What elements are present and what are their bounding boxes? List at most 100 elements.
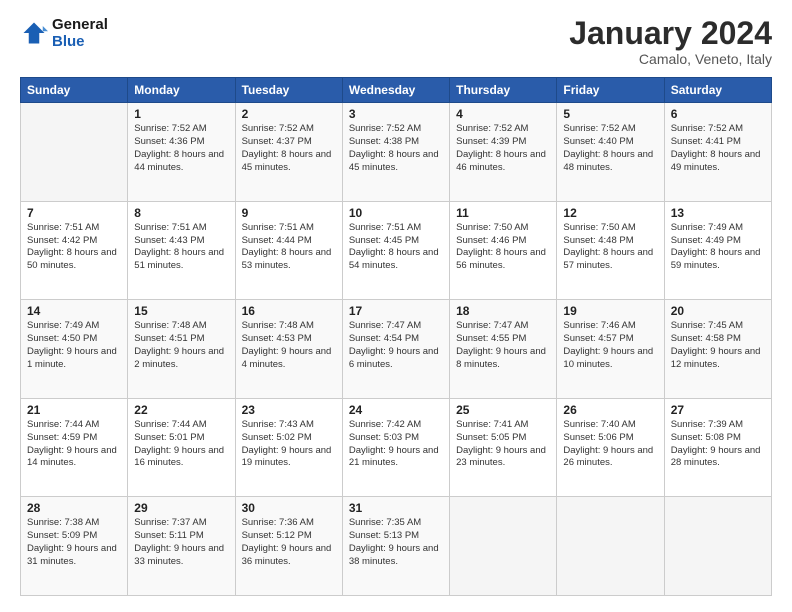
day-detail: Sunrise: 7:48 AMSunset: 4:53 PMDaylight:… xyxy=(242,320,332,369)
day-detail: Sunrise: 7:51 AMSunset: 4:43 PMDaylight:… xyxy=(134,222,224,271)
weekday-saturday: Saturday xyxy=(664,78,771,103)
calendar-cell xyxy=(557,497,664,596)
week-row-2: 7 Sunrise: 7:51 AMSunset: 4:42 PMDayligh… xyxy=(21,201,772,300)
calendar-cell: 9 Sunrise: 7:51 AMSunset: 4:44 PMDayligh… xyxy=(235,201,342,300)
subtitle: Camalo, Veneto, Italy xyxy=(569,51,772,67)
day-detail: Sunrise: 7:41 AMSunset: 5:05 PMDaylight:… xyxy=(456,419,546,468)
calendar-cell: 30 Sunrise: 7:36 AMSunset: 5:12 PMDaylig… xyxy=(235,497,342,596)
title-block: January 2024 Camalo, Veneto, Italy xyxy=(569,16,772,67)
day-number: 20 xyxy=(671,304,765,318)
day-number: 14 xyxy=(27,304,121,318)
day-number: 23 xyxy=(242,403,336,417)
calendar-cell: 1 Sunrise: 7:52 AMSunset: 4:36 PMDayligh… xyxy=(128,103,235,202)
main-title: January 2024 xyxy=(569,16,772,51)
calendar-table: SundayMondayTuesdayWednesdayThursdayFrid… xyxy=(20,77,772,596)
day-detail: Sunrise: 7:52 AMSunset: 4:40 PMDaylight:… xyxy=(563,123,653,172)
logo: General Blue xyxy=(20,16,108,51)
day-detail: Sunrise: 7:36 AMSunset: 5:12 PMDaylight:… xyxy=(242,517,332,566)
day-number: 16 xyxy=(242,304,336,318)
calendar-cell: 10 Sunrise: 7:51 AMSunset: 4:45 PMDaylig… xyxy=(342,201,449,300)
day-number: 21 xyxy=(27,403,121,417)
day-number: 1 xyxy=(134,107,228,121)
calendar-cell: 21 Sunrise: 7:44 AMSunset: 4:59 PMDaylig… xyxy=(21,398,128,497)
day-detail: Sunrise: 7:51 AMSunset: 4:45 PMDaylight:… xyxy=(349,222,439,271)
day-number: 8 xyxy=(134,206,228,220)
weekday-header-row: SundayMondayTuesdayWednesdayThursdayFrid… xyxy=(21,78,772,103)
day-number: 18 xyxy=(456,304,550,318)
day-detail: Sunrise: 7:52 AMSunset: 4:37 PMDaylight:… xyxy=(242,123,332,172)
calendar-cell: 15 Sunrise: 7:48 AMSunset: 4:51 PMDaylig… xyxy=(128,300,235,399)
week-row-3: 14 Sunrise: 7:49 AMSunset: 4:50 PMDaylig… xyxy=(21,300,772,399)
calendar-cell xyxy=(664,497,771,596)
logo-icon xyxy=(20,19,48,47)
logo-text: General Blue xyxy=(52,16,108,51)
day-detail: Sunrise: 7:49 AMSunset: 4:50 PMDaylight:… xyxy=(27,320,117,369)
day-detail: Sunrise: 7:44 AMSunset: 4:59 PMDaylight:… xyxy=(27,419,117,468)
calendar-cell xyxy=(450,497,557,596)
logo-general: General xyxy=(52,16,108,33)
day-number: 25 xyxy=(456,403,550,417)
day-number: 12 xyxy=(563,206,657,220)
day-number: 17 xyxy=(349,304,443,318)
day-detail: Sunrise: 7:37 AMSunset: 5:11 PMDaylight:… xyxy=(134,517,224,566)
page: General Blue January 2024 Camalo, Veneto… xyxy=(0,0,792,612)
calendar-cell: 29 Sunrise: 7:37 AMSunset: 5:11 PMDaylig… xyxy=(128,497,235,596)
calendar-cell: 25 Sunrise: 7:41 AMSunset: 5:05 PMDaylig… xyxy=(450,398,557,497)
day-detail: Sunrise: 7:52 AMSunset: 4:38 PMDaylight:… xyxy=(349,123,439,172)
weekday-thursday: Thursday xyxy=(450,78,557,103)
day-detail: Sunrise: 7:35 AMSunset: 5:13 PMDaylight:… xyxy=(349,517,439,566)
day-number: 24 xyxy=(349,403,443,417)
weekday-friday: Friday xyxy=(557,78,664,103)
day-number: 31 xyxy=(349,501,443,515)
day-number: 5 xyxy=(563,107,657,121)
day-number: 29 xyxy=(134,501,228,515)
calendar-cell: 26 Sunrise: 7:40 AMSunset: 5:06 PMDaylig… xyxy=(557,398,664,497)
day-detail: Sunrise: 7:43 AMSunset: 5:02 PMDaylight:… xyxy=(242,419,332,468)
calendar-cell: 17 Sunrise: 7:47 AMSunset: 4:54 PMDaylig… xyxy=(342,300,449,399)
day-number: 4 xyxy=(456,107,550,121)
day-number: 11 xyxy=(456,206,550,220)
calendar-cell: 7 Sunrise: 7:51 AMSunset: 4:42 PMDayligh… xyxy=(21,201,128,300)
day-detail: Sunrise: 7:52 AMSunset: 4:41 PMDaylight:… xyxy=(671,123,761,172)
calendar-cell: 23 Sunrise: 7:43 AMSunset: 5:02 PMDaylig… xyxy=(235,398,342,497)
day-detail: Sunrise: 7:48 AMSunset: 4:51 PMDaylight:… xyxy=(134,320,224,369)
calendar-cell: 11 Sunrise: 7:50 AMSunset: 4:46 PMDaylig… xyxy=(450,201,557,300)
calendar-cell: 24 Sunrise: 7:42 AMSunset: 5:03 PMDaylig… xyxy=(342,398,449,497)
day-detail: Sunrise: 7:52 AMSunset: 4:39 PMDaylight:… xyxy=(456,123,546,172)
weekday-tuesday: Tuesday xyxy=(235,78,342,103)
day-detail: Sunrise: 7:50 AMSunset: 4:46 PMDaylight:… xyxy=(456,222,546,271)
day-detail: Sunrise: 7:47 AMSunset: 4:54 PMDaylight:… xyxy=(349,320,439,369)
day-detail: Sunrise: 7:38 AMSunset: 5:09 PMDaylight:… xyxy=(27,517,117,566)
day-detail: Sunrise: 7:50 AMSunset: 4:48 PMDaylight:… xyxy=(563,222,653,271)
day-number: 30 xyxy=(242,501,336,515)
weekday-sunday: Sunday xyxy=(21,78,128,103)
day-detail: Sunrise: 7:51 AMSunset: 4:44 PMDaylight:… xyxy=(242,222,332,271)
calendar-cell: 18 Sunrise: 7:47 AMSunset: 4:55 PMDaylig… xyxy=(450,300,557,399)
day-number: 6 xyxy=(671,107,765,121)
calendar-cell: 31 Sunrise: 7:35 AMSunset: 5:13 PMDaylig… xyxy=(342,497,449,596)
calendar-cell: 14 Sunrise: 7:49 AMSunset: 4:50 PMDaylig… xyxy=(21,300,128,399)
day-number: 22 xyxy=(134,403,228,417)
day-number: 9 xyxy=(242,206,336,220)
logo-blue: Blue xyxy=(52,33,85,50)
day-detail: Sunrise: 7:46 AMSunset: 4:57 PMDaylight:… xyxy=(563,320,653,369)
day-number: 19 xyxy=(563,304,657,318)
day-detail: Sunrise: 7:39 AMSunset: 5:08 PMDaylight:… xyxy=(671,419,761,468)
day-detail: Sunrise: 7:49 AMSunset: 4:49 PMDaylight:… xyxy=(671,222,761,271)
week-row-1: 1 Sunrise: 7:52 AMSunset: 4:36 PMDayligh… xyxy=(21,103,772,202)
calendar-cell: 3 Sunrise: 7:52 AMSunset: 4:38 PMDayligh… xyxy=(342,103,449,202)
calendar-cell: 22 Sunrise: 7:44 AMSunset: 5:01 PMDaylig… xyxy=(128,398,235,497)
day-number: 2 xyxy=(242,107,336,121)
day-number: 27 xyxy=(671,403,765,417)
day-number: 3 xyxy=(349,107,443,121)
calendar-cell: 20 Sunrise: 7:45 AMSunset: 4:58 PMDaylig… xyxy=(664,300,771,399)
calendar-cell: 12 Sunrise: 7:50 AMSunset: 4:48 PMDaylig… xyxy=(557,201,664,300)
calendar-cell: 2 Sunrise: 7:52 AMSunset: 4:37 PMDayligh… xyxy=(235,103,342,202)
day-detail: Sunrise: 7:44 AMSunset: 5:01 PMDaylight:… xyxy=(134,419,224,468)
calendar-cell: 13 Sunrise: 7:49 AMSunset: 4:49 PMDaylig… xyxy=(664,201,771,300)
weekday-wednesday: Wednesday xyxy=(342,78,449,103)
day-detail: Sunrise: 7:42 AMSunset: 5:03 PMDaylight:… xyxy=(349,419,439,468)
week-row-4: 21 Sunrise: 7:44 AMSunset: 4:59 PMDaylig… xyxy=(21,398,772,497)
calendar-cell: 27 Sunrise: 7:39 AMSunset: 5:08 PMDaylig… xyxy=(664,398,771,497)
calendar-cell: 6 Sunrise: 7:52 AMSunset: 4:41 PMDayligh… xyxy=(664,103,771,202)
